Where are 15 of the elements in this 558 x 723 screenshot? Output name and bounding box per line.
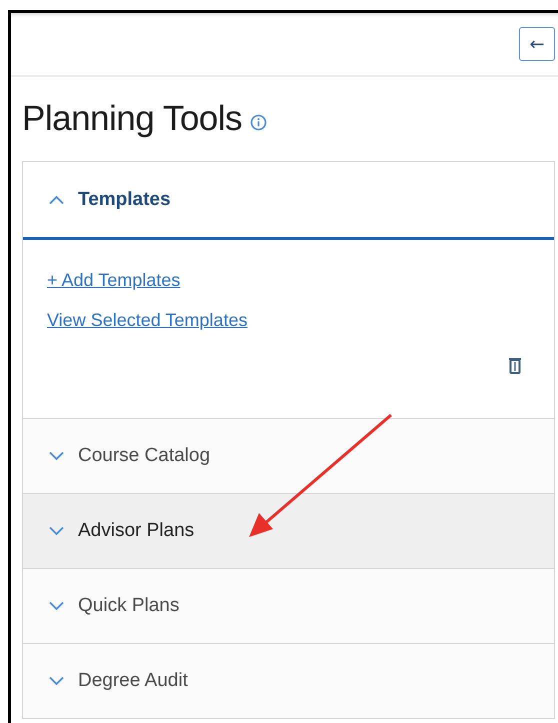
template-link[interactable]: + Add Templates: [47, 270, 180, 291]
template-link[interactable]: View Selected Templates: [47, 310, 248, 331]
accordion-header[interactable]: Course Catalog: [23, 418, 554, 493]
chevron-down-icon: [49, 676, 64, 686]
info-icon[interactable]: [250, 114, 268, 130]
accordion-header[interactable]: Degree Audit: [23, 643, 554, 718]
chevron-down-icon: [49, 526, 64, 536]
trash-icon[interactable]: [509, 357, 521, 374]
chevron-down-icon: [49, 451, 64, 461]
chevron-down-icon: [49, 601, 64, 611]
accordion-header[interactable]: Quick Plans: [23, 568, 554, 643]
chevron-up-icon: [49, 194, 64, 204]
accordion-header[interactable]: Advisor Plans: [23, 493, 554, 568]
back-button[interactable]: ←: [519, 27, 555, 61]
page-title: Planning Tools: [22, 99, 242, 139]
